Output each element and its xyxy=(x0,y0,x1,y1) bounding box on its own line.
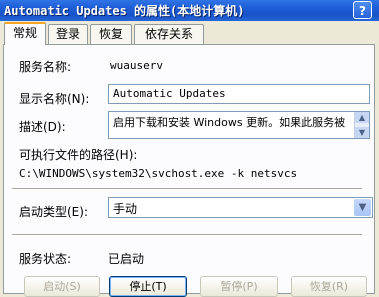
description-text: 启用下载和安装 Windows 更新。如果此服务被 xyxy=(113,116,346,129)
title-bar[interactable]: Automatic Updates 的属性(本地计算机) ? xyxy=(0,0,379,21)
service-status-value: 已启动 xyxy=(108,252,145,266)
service-name-label: 服务名称: xyxy=(19,60,72,74)
display-name-field[interactable]: Automatic Updates xyxy=(108,84,370,104)
description-label: 描述(D): xyxy=(19,120,66,134)
separator xyxy=(12,188,362,190)
resume-button[interactable]: 恢复(R) xyxy=(291,276,367,297)
startup-type-value: 手动 xyxy=(113,202,138,216)
start-button[interactable]: 启动(S) xyxy=(24,276,100,297)
exe-path-value: C:\WINDOWS\system32\svchost.exe -k netsv… xyxy=(19,167,298,180)
service-status-label: 服务状态: xyxy=(19,252,72,266)
tab-dependencies[interactable]: 依存关系 xyxy=(134,24,204,44)
stop-button[interactable]: 停止(T) xyxy=(109,276,187,297)
pause-button[interactable]: 暂停(P) xyxy=(200,276,278,297)
separator xyxy=(12,234,362,236)
startup-type-select[interactable]: 手动 ▼ xyxy=(108,197,373,218)
tab-logon[interactable]: 登录 xyxy=(48,24,88,44)
scroll-down-icon[interactable]: ▼ xyxy=(355,127,369,138)
service-name-value: wuauserv xyxy=(110,59,163,72)
startup-type-label: 启动类型(E): xyxy=(19,205,88,219)
description-field[interactable]: 启用下载和安装 Windows 更新。如果此服务被 ▲ ▼ xyxy=(108,111,370,139)
help-button[interactable]: ? xyxy=(353,1,372,19)
window-title: Automatic Updates 的属性(本地计算机) xyxy=(4,4,245,18)
scroll-up-icon[interactable]: ▲ xyxy=(355,112,369,123)
display-name-label: 显示名称(N): xyxy=(19,92,90,106)
exe-path-label: 可执行文件的路径(H): xyxy=(19,148,138,162)
tab-recovery[interactable]: 恢复 xyxy=(90,24,132,44)
description-scrollbar[interactable]: ▲ ▼ xyxy=(354,112,369,138)
chevron-down-icon[interactable]: ▼ xyxy=(354,199,371,216)
tab-general[interactable]: 常规 xyxy=(4,22,46,45)
